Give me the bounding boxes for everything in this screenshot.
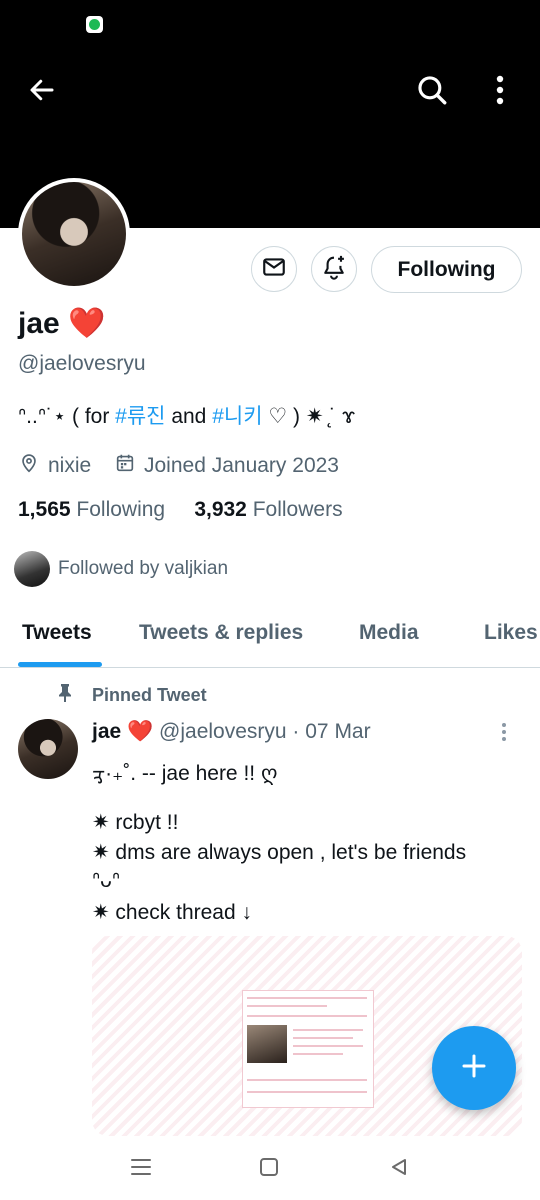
mail-icon: [261, 254, 287, 285]
tweet-author-name[interactable]: jae ❤️: [92, 720, 153, 743]
pin-icon: [56, 683, 74, 708]
compose-button[interactable]: [432, 1026, 516, 1110]
followed-by[interactable]: Followed by valjkian: [14, 551, 228, 587]
tweet-author-avatar[interactable]: [18, 719, 78, 779]
following-count-link[interactable]: 1,565 Following: [18, 498, 165, 521]
nav-home-icon[interactable]: [256, 1154, 282, 1180]
tab-tweets[interactable]: Tweets: [22, 621, 92, 645]
tweet-text-line: ✷ rcbyt !!: [92, 811, 179, 834]
profile-avatar[interactable]: [18, 178, 130, 290]
calendar-icon: [114, 452, 136, 480]
profile-handle: @jaelovesryu: [18, 352, 146, 375]
follower-avatar: [14, 551, 50, 587]
profile-tabs: Tweets Tweets & replies Media Likes: [0, 603, 540, 668]
hashtag-link[interactable]: #류진: [115, 405, 165, 428]
profile-bio: ᐢ..ᐢ˙⋆ ( for #류진 and #니키 ♡ ) ✷ ̨˙ ɤ: [18, 405, 356, 428]
tab-likes[interactable]: Likes: [484, 621, 538, 645]
back-arrow-icon[interactable]: [22, 70, 62, 110]
status-bar: [0, 0, 540, 44]
tweet-text-line: ᐢᴗᐢ: [92, 869, 121, 892]
tweet-text-line: ✷ check thread ↓: [92, 901, 253, 924]
system-nav-bar: [0, 1140, 540, 1200]
nav-menu-icon[interactable]: [128, 1154, 154, 1180]
tweet-header: jae ❤️ @jaelovesryu · 07 Mar: [92, 720, 371, 744]
search-icon[interactable]: [410, 68, 454, 112]
notifications-button[interactable]: [311, 246, 357, 292]
message-button[interactable]: [251, 246, 297, 292]
tweet-text-line: ✷ dms are always open , let's be friends: [92, 841, 467, 864]
tweet-text-line: ᢋ·₊˚. -- jae here !! ღ: [92, 762, 278, 785]
spotify-icon: [86, 16, 103, 33]
profile-name: jae ❤️: [18, 307, 106, 340]
hashtag-link[interactable]: #니키: [212, 405, 262, 428]
pinned-label: Pinned Tweet: [56, 683, 207, 708]
profile-joined: Joined January 2023: [114, 452, 339, 480]
media-preview-card: [242, 990, 374, 1108]
compose-plus-icon: [459, 1051, 489, 1086]
tweet-author-handle[interactable]: @jaelovesryu: [159, 720, 287, 743]
location-icon: [18, 452, 40, 480]
tweet-more-icon[interactable]: [500, 722, 508, 747]
tab-media[interactable]: Media: [359, 621, 419, 645]
tab-tweets-replies[interactable]: Tweets & replies: [139, 621, 303, 645]
active-tab-indicator: [18, 662, 102, 667]
followers-count-link[interactable]: 3,932 Followers: [194, 498, 342, 521]
profile-location: nixie: [18, 452, 91, 480]
more-vertical-icon[interactable]: [484, 70, 516, 110]
following-button[interactable]: Following: [371, 246, 522, 293]
profile-stats: 1,565 Following 3,932 Followers: [18, 498, 343, 522]
bell-plus-icon: [320, 253, 348, 286]
nav-back-icon[interactable]: [386, 1154, 412, 1180]
tweet-date: · 07 Mar: [292, 720, 371, 743]
